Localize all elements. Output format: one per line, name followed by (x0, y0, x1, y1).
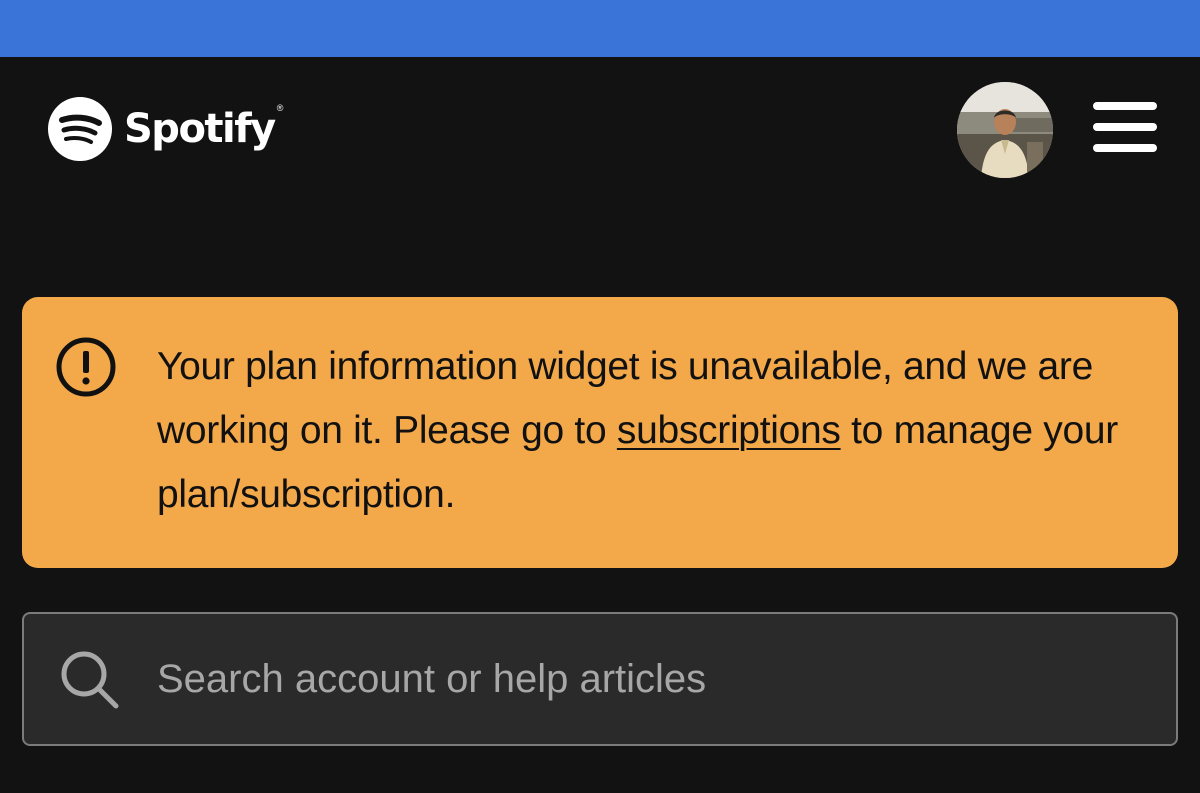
spotify-logo-link[interactable]: Spotify ® (48, 97, 283, 161)
hamburger-menu-button[interactable] (1093, 102, 1157, 152)
menu-line-middle (1093, 123, 1157, 131)
menu-line-bottom (1093, 144, 1157, 152)
subscriptions-link[interactable]: subscriptions (617, 409, 841, 452)
plan-unavailable-alert: Your plan information widget is unavaila… (22, 297, 1178, 568)
logo-wordmark: Spotify (124, 106, 276, 152)
user-avatar[interactable] (957, 82, 1053, 178)
logo-registered-mark: ® (276, 103, 284, 113)
exclamation-circle-icon (56, 337, 116, 397)
alert-message: Your plan information widget is unavaila… (157, 335, 1147, 527)
avatar-photo-icon (957, 82, 1053, 178)
browser-top-bar (0, 0, 1200, 57)
search-input[interactable] (157, 644, 1147, 714)
search-icon (61, 651, 119, 709)
site-header: Spotify ® (0, 57, 1200, 207)
spotify-logo-icon (48, 97, 112, 161)
menu-line-top (1093, 102, 1157, 110)
search-box[interactable] (22, 612, 1178, 746)
